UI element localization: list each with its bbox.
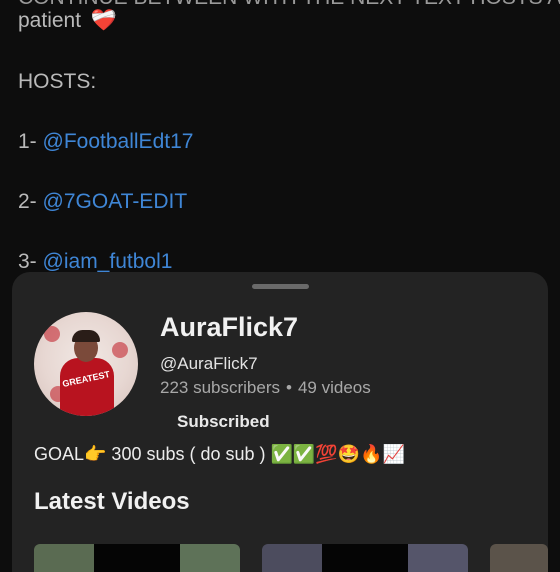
host-index: 2-: [18, 190, 37, 213]
video-thumbnail[interactable]: [490, 544, 548, 572]
channel-bottom-sheet: GREATEST AuraFlick7 @AuraFlick7 223 subs…: [12, 272, 548, 572]
host-line-1: 1- @FootballEdt17: [18, 130, 193, 154]
channel-bio: GOAL👉 300 subs ( do sub ) ✅✅💯🤩🔥📈: [34, 444, 405, 464]
subscriber-count: 223 subscribers: [160, 378, 281, 397]
channel-stats: 223 subscribers • 49 videos: [160, 378, 371, 398]
channel-avatar[interactable]: GREATEST: [34, 312, 138, 416]
video-thumbnail[interactable]: [262, 544, 468, 572]
channel-handle: @AuraFlick7: [160, 354, 258, 373]
paint-splash: [44, 326, 60, 342]
mending-heart-icon: ❤️‍🩹: [90, 9, 118, 32]
paint-splash: [112, 342, 128, 358]
host-link-1[interactable]: @FootballEdt17: [43, 130, 194, 153]
host-link-2[interactable]: @7GOAT-EDIT: [43, 190, 188, 213]
host-link-3[interactable]: @iam_futbol1: [43, 250, 173, 273]
host-line-2: 2- @7GOAT-EDIT: [18, 190, 187, 214]
subscribed-button[interactable]: Subscribed: [160, 408, 287, 436]
host-index: 3-: [18, 250, 37, 273]
host-line-3: 3- @iam_futbol1: [18, 250, 172, 274]
player-hair: [72, 330, 100, 342]
drag-handle[interactable]: [252, 284, 309, 289]
latest-videos-heading: Latest Videos: [34, 488, 190, 515]
description-line: patient ❤️‍🩹: [18, 9, 117, 33]
video-count: 49 videos: [297, 378, 371, 397]
host-index: 1-: [18, 130, 37, 153]
description-text: patient: [18, 9, 82, 32]
video-thumbnail[interactable]: [34, 544, 240, 572]
hosts-heading: HOSTS:: [18, 70, 97, 93]
channel-name[interactable]: AuraFlick7: [160, 312, 298, 343]
separator-dot: •: [286, 378, 292, 397]
